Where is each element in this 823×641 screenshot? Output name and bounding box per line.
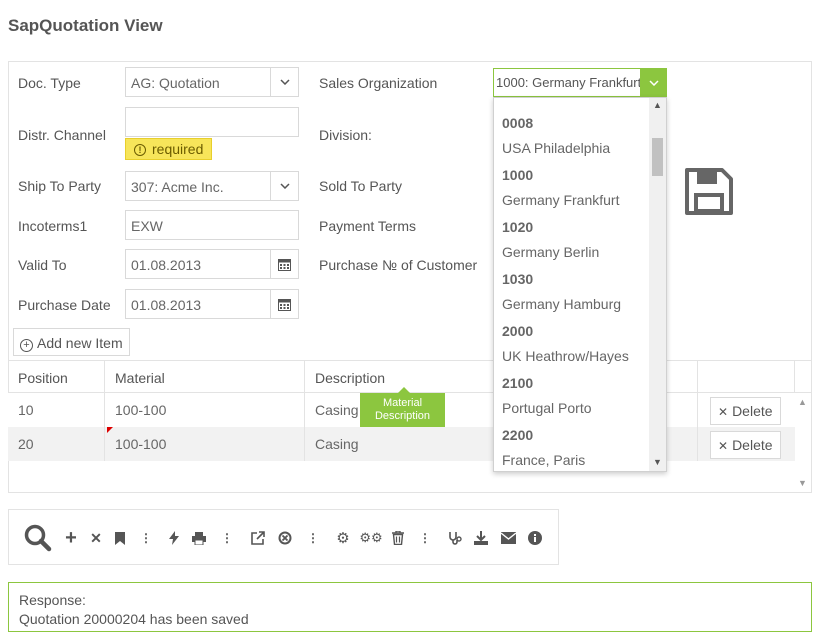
ship-to-value: 307: Acme Inc. bbox=[131, 179, 224, 195]
dirty-marker bbox=[107, 427, 113, 433]
toolbar: + ✕ ⋮ ⋮ ⋮ ⚙ ⚙⚙ ⋮ bbox=[8, 509, 559, 565]
doc-type-select[interactable]: AG: Quotation bbox=[125, 67, 299, 97]
sales-org-dropdown[interactable]: 0008 USA Philadelphia 1000 Germany Frank… bbox=[493, 97, 667, 472]
purchase-date-value: 01.08.2013 bbox=[131, 297, 202, 313]
dropdown-item-name[interactable]: UK Heathrow/Hayes bbox=[502, 348, 629, 364]
sales-org-label: Sales Organization bbox=[319, 75, 438, 91]
add-item-button[interactable]: + Add new Item bbox=[13, 328, 130, 356]
dropdown-item-name[interactable]: USA Philadelphia bbox=[502, 140, 610, 156]
dropdown-item-code[interactable]: 2100 bbox=[502, 375, 533, 391]
sales-org-value: 1000: Germany Frankfurt bbox=[496, 75, 642, 90]
chevron-down-icon[interactable] bbox=[270, 68, 298, 96]
cancel-circle-icon[interactable] bbox=[277, 530, 293, 546]
more-icon[interactable]: ⋮ bbox=[221, 530, 233, 546]
plus-circle-icon: + bbox=[20, 339, 33, 352]
envelope-icon[interactable] bbox=[500, 530, 516, 546]
gear-icon[interactable]: ⚙ bbox=[335, 530, 351, 547]
response-panel: Response: Quotation 20000204 has been sa… bbox=[8, 582, 812, 632]
warning-icon: ! bbox=[134, 144, 146, 156]
gears-icon[interactable]: ⚙⚙ bbox=[359, 530, 382, 546]
delete-label: Delete bbox=[732, 437, 773, 453]
close-icon: ✕ bbox=[718, 439, 729, 453]
stethoscope-icon[interactable] bbox=[447, 530, 463, 546]
purchase-date-label: Purchase Date bbox=[18, 297, 111, 313]
more-icon[interactable]: ⋮ bbox=[307, 530, 319, 546]
ship-to-select[interactable]: 307: Acme Inc. bbox=[125, 171, 299, 201]
doc-type-label: Doc. Type bbox=[18, 75, 81, 91]
info-icon[interactable] bbox=[527, 530, 543, 546]
table-row[interactable]: 20 100-100 Casing ✕ Delete bbox=[8, 427, 795, 461]
more-icon[interactable]: ⋮ bbox=[140, 530, 152, 546]
scroll-up-icon[interactable]: ▲ bbox=[798, 397, 807, 407]
grid-scrollbar[interactable]: ▲ ▼ bbox=[795, 393, 811, 493]
chevron-down-icon[interactable] bbox=[270, 172, 298, 200]
cell-position[interactable]: 10 bbox=[8, 393, 105, 427]
distr-channel-label: Distr. Channel bbox=[18, 127, 106, 143]
chevron-down-icon[interactable] bbox=[640, 69, 666, 96]
download-icon[interactable] bbox=[473, 530, 489, 546]
delete-label: Delete bbox=[732, 403, 773, 419]
lightning-icon[interactable] bbox=[167, 530, 181, 546]
dropdown-item-name[interactable]: Germany Berlin bbox=[502, 244, 599, 260]
dropdown-scroll-thumb[interactable] bbox=[652, 138, 663, 176]
scroll-up-icon[interactable]: ▲ bbox=[653, 100, 662, 110]
dropdown-item-name[interactable]: Germany Hamburg bbox=[502, 296, 621, 312]
plus-icon[interactable]: + bbox=[63, 527, 79, 549]
dropdown-item-name[interactable]: Germany Frankfurt bbox=[502, 192, 619, 208]
dropdown-item-name[interactable]: Portugal Porto bbox=[502, 400, 592, 416]
close-icon: ✕ bbox=[718, 405, 729, 419]
response-label: Response: bbox=[19, 592, 86, 608]
delete-button[interactable]: ✕ Delete bbox=[710, 431, 781, 459]
close-icon[interactable]: ✕ bbox=[89, 530, 103, 546]
dropdown-item-code[interactable]: 1020 bbox=[502, 219, 533, 235]
incoterms-input[interactable]: EXW bbox=[125, 210, 299, 240]
required-text: required bbox=[152, 141, 204, 157]
distr-channel-input[interactable] bbox=[125, 107, 299, 137]
dropdown-item-code[interactable]: 0008 bbox=[502, 115, 533, 131]
column-header-material[interactable]: Material bbox=[105, 361, 305, 393]
dropdown-item-code[interactable]: 2200 bbox=[502, 427, 533, 443]
required-badge: ! required bbox=[125, 138, 212, 160]
cell-material[interactable]: 100-100 bbox=[105, 427, 305, 461]
calendar-icon[interactable] bbox=[270, 250, 298, 278]
scroll-down-icon[interactable]: ▼ bbox=[798, 478, 807, 488]
bookmark-icon[interactable] bbox=[113, 530, 127, 546]
external-link-icon[interactable] bbox=[250, 530, 266, 546]
more-icon[interactable]: ⋮ bbox=[419, 530, 431, 546]
material-description-tooltip: Material Description bbox=[360, 387, 445, 427]
division-label: Division: bbox=[319, 127, 372, 143]
cell-material[interactable]: 100-100 bbox=[105, 393, 305, 427]
add-item-label: Add new Item bbox=[37, 335, 123, 351]
save-icon[interactable] bbox=[684, 168, 734, 219]
valid-to-label: Valid To bbox=[18, 257, 67, 273]
doc-type-value: AG: Quotation bbox=[131, 75, 220, 91]
ship-to-label: Ship To Party bbox=[18, 178, 102, 194]
purchase-no-label: Purchase № of Customer bbox=[319, 257, 478, 273]
response-message: Quotation 20000204 has been saved bbox=[19, 611, 249, 627]
incoterms-label: Incoterms1 bbox=[18, 218, 88, 234]
delete-button[interactable]: ✕ Delete bbox=[710, 397, 781, 425]
payment-terms-label: Payment Terms bbox=[319, 218, 416, 234]
dropdown-scrollbar[interactable]: ▲ ▼ bbox=[649, 98, 666, 471]
valid-to-value: 01.08.2013 bbox=[131, 257, 202, 273]
column-header-position[interactable]: Position bbox=[8, 361, 105, 393]
search-icon[interactable] bbox=[23, 523, 53, 553]
grid-header: Position Material Description bbox=[8, 360, 812, 393]
cell-position[interactable]: 20 bbox=[8, 427, 105, 461]
scroll-down-icon[interactable]: ▼ bbox=[653, 457, 662, 467]
dropdown-item-code[interactable]: 1030 bbox=[502, 271, 533, 287]
page-title: SapQuotation View bbox=[8, 16, 163, 35]
print-icon[interactable] bbox=[191, 530, 207, 546]
calendar-icon[interactable] bbox=[270, 290, 298, 318]
trash-icon[interactable] bbox=[391, 530, 405, 546]
column-header-actions bbox=[698, 361, 795, 393]
dropdown-item-code[interactable]: 2000 bbox=[502, 323, 533, 339]
valid-to-input[interactable]: 01.08.2013 bbox=[125, 249, 299, 279]
sales-org-select[interactable]: 1000: Germany Frankfurt bbox=[493, 68, 667, 97]
dropdown-item-name[interactable]: France, Paris bbox=[502, 452, 585, 468]
sold-to-label: Sold To Party bbox=[319, 178, 403, 194]
dropdown-item-code[interactable]: 1000 bbox=[502, 167, 533, 183]
purchase-date-input[interactable]: 01.08.2013 bbox=[125, 289, 299, 319]
